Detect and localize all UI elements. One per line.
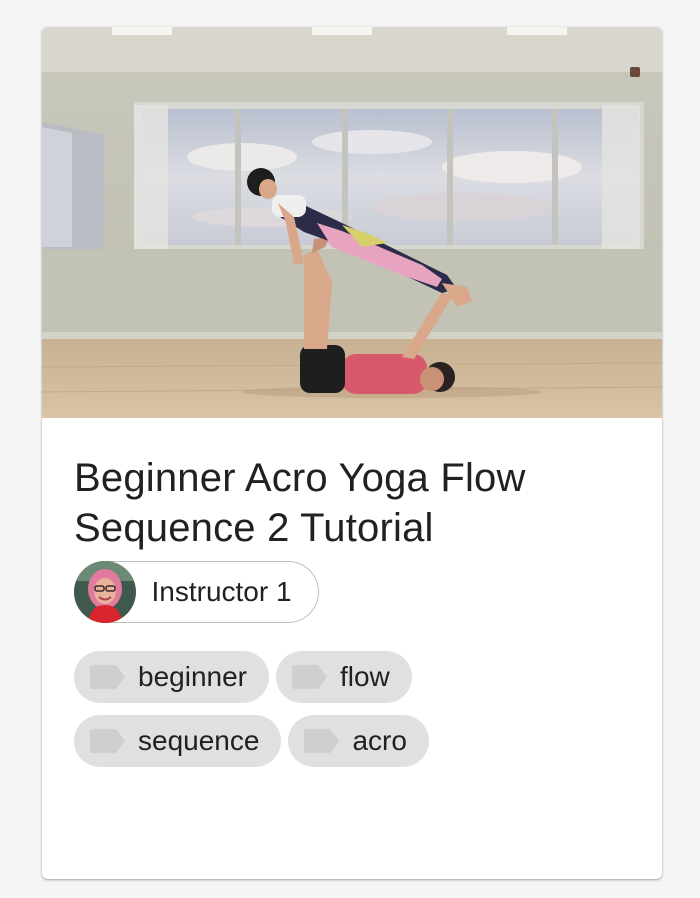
tag-acro[interactable]: acro	[288, 715, 429, 767]
tag-label: sequence	[138, 725, 260, 756]
tag-icon	[90, 665, 125, 689]
tag-list: beginner flow sequence acro	[74, 651, 634, 779]
instructor-avatar	[73, 561, 136, 623]
tag-icon	[304, 729, 340, 753]
video-card[interactable]: Beginner Acro Yoga Flow Sequence 2 Tutor…	[42, 27, 662, 879]
tag-label: flow	[339, 661, 390, 692]
tag-flow[interactable]: flow	[275, 651, 412, 703]
instructor-name: Instructor 1	[151, 576, 292, 607]
video-title[interactable]: Beginner Acro Yoga Flow Sequence 2 Tutor…	[74, 453, 634, 553]
instructor-chip[interactable]: Instructor 1	[73, 561, 319, 623]
tag-icon	[291, 665, 327, 689]
tag-icon	[90, 729, 125, 753]
tag-label: acro	[352, 725, 407, 756]
tag-row: sequence acro	[74, 715, 634, 767]
tag-beginner[interactable]: beginner	[74, 651, 269, 703]
tag-label: beginner	[138, 661, 247, 692]
video-thumbnail[interactable]	[42, 27, 662, 418]
tag-sequence[interactable]: sequence	[74, 715, 282, 767]
tag-row: beginner flow	[74, 651, 634, 703]
